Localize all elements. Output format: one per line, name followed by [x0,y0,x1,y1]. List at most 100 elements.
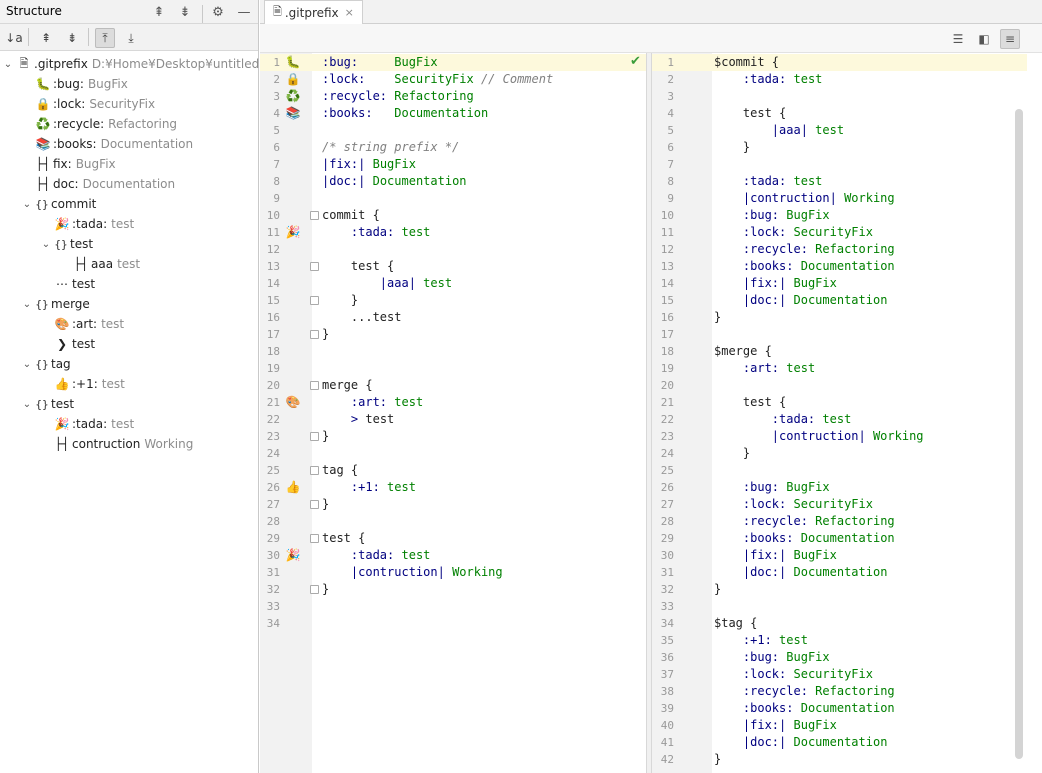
code-token: Documentation [800,531,895,545]
code-line: :recycle: Refactoring [714,513,1027,530]
chevron-down-icon[interactable]: ⌄ [21,399,33,410]
fold-marker-icon[interactable] [310,381,319,390]
node-icon: {} [35,397,49,411]
tree-node[interactable]: ❯ test [40,334,99,354]
code-line: :bug: BugFix [714,479,1027,496]
line-number: 21 [266,396,280,409]
tree-node[interactable]: ⌄{} test [21,394,78,414]
fold-marker-icon[interactable] [310,585,319,594]
collapse-all-icon[interactable]: ⇟ [176,3,194,21]
tree-node[interactable]: 📚:books: Documentation [21,134,194,154]
tree-node[interactable]: ├┤ doc: Documentation [21,174,175,194]
tree-node[interactable]: 🔒:lock: SecurityFix [21,94,156,114]
fold-marker-icon[interactable] [310,211,319,220]
code-token: :lock: [742,225,787,239]
split-view-icon[interactable]: ◧ [974,29,994,49]
fold-marker-icon[interactable] [310,296,319,305]
chevron-down-icon[interactable]: ⌄ [21,199,33,210]
tree-node[interactable]: 🎨:art: test [40,314,125,334]
line-number: 16 [266,311,280,324]
line-number: 8 [667,175,674,188]
code-token: test [793,174,823,188]
tree-node[interactable]: ⌄{} commit [21,194,100,214]
tree-node[interactable]: ├┤ fix: BugFix [21,154,116,174]
code-line: :books: Documentation [322,105,646,122]
source-pane[interactable]: 1 🐛:bug: BugFix 2 🔒:lock: SecurityFix // Co… [260,53,646,773]
line-number: 34 [266,617,280,630]
code-token: :bug: [742,208,780,222]
code-token: |contruction| [771,429,866,443]
chevron-down-icon[interactable]: ⌄ [21,359,33,370]
gutter-emoji-icon: 🐛 [285,55,301,69]
tree-node[interactable]: ♻️:recycle: Refactoring [21,114,178,134]
node-icon: ├┤ [35,177,51,191]
line-number: 33 [266,600,280,613]
tree-node[interactable]: 🎉:tada: test [40,214,135,234]
tree-node[interactable]: ├┤ aaa test [59,254,140,274]
vertical-scrollbar[interactable] [1015,109,1023,759]
editor-only-icon[interactable]: ☰ [948,29,968,49]
gear-icon[interactable]: ⚙ [209,3,227,21]
root-name: .gitprefix [34,57,88,71]
tree-node[interactable]: 🎉:tada: test [40,414,135,434]
node-value: test [101,377,125,391]
close-icon[interactable]: × [345,6,354,19]
chevron-down-icon[interactable]: ⌄ [21,299,33,310]
chevron-down-icon[interactable]: ⌄ [40,239,52,250]
line-number: 15 [266,294,280,307]
code-line: $merge { [714,343,1027,360]
tree-root[interactable]: ⌄ 🗎 .gitprefix D:¥Home¥Desktop¥untitled [2,54,259,74]
code-line: :tada: test [714,71,1027,88]
autoscroll-from-source-icon[interactable]: ⤓ [121,28,141,48]
chevron-down-icon[interactable]: ⌄ [2,59,14,70]
autoscroll-to-source-icon[interactable]: ⤒ [95,28,115,48]
fold-marker-icon[interactable] [310,330,319,339]
code-token: ...test [322,310,402,324]
preview-only-icon[interactable]: ≡ [1000,29,1020,49]
code-token: } [714,310,722,324]
sort-alpha-icon[interactable]: ↓a [4,28,24,48]
code-token: Refactoring [815,242,895,256]
tree-node[interactable]: ├┤ contruction Working [40,434,194,454]
fold-marker-icon[interactable] [310,432,319,441]
code-token: :bug: [742,480,780,494]
expand-icon[interactable]: ⇞ [36,28,56,48]
line-number: 24 [660,447,674,460]
tree-node[interactable]: ⌄{} test [40,234,97,254]
tab-gitprefix[interactable]: 🗎 .gitprefix × [264,0,363,24]
fold-marker-icon[interactable] [310,500,319,509]
tree-node[interactable]: ⌄{} tag [21,354,75,374]
fold-marker-icon[interactable] [310,534,319,543]
fold-marker-icon[interactable] [310,262,319,271]
node-icon: ❯ [56,337,68,351]
tree-node[interactable]: ⋯ test [40,274,99,294]
line-number: 6 [667,141,674,154]
code-line: :bug: BugFix [714,207,1027,224]
preview-pane[interactable]: 1 $commit {2 :tada: test 3 4 test {5 |aaa| … [652,53,1027,773]
line-number: 12 [660,243,674,256]
minimize-icon[interactable]: — [235,3,253,21]
tree-node[interactable]: 🐛:bug: BugFix [21,74,128,94]
tree-node[interactable]: ⌄{} merge [21,294,94,314]
collapse-icon[interactable]: ⇟ [62,28,82,48]
tree-node[interactable]: 👍:+1: test [40,374,125,394]
code-token: BugFix [786,480,830,494]
expand-all-icon[interactable]: ⇞ [150,3,168,21]
code-token: } [714,140,751,154]
fold-marker-icon[interactable] [310,466,319,475]
node-name: fix: [53,157,72,171]
